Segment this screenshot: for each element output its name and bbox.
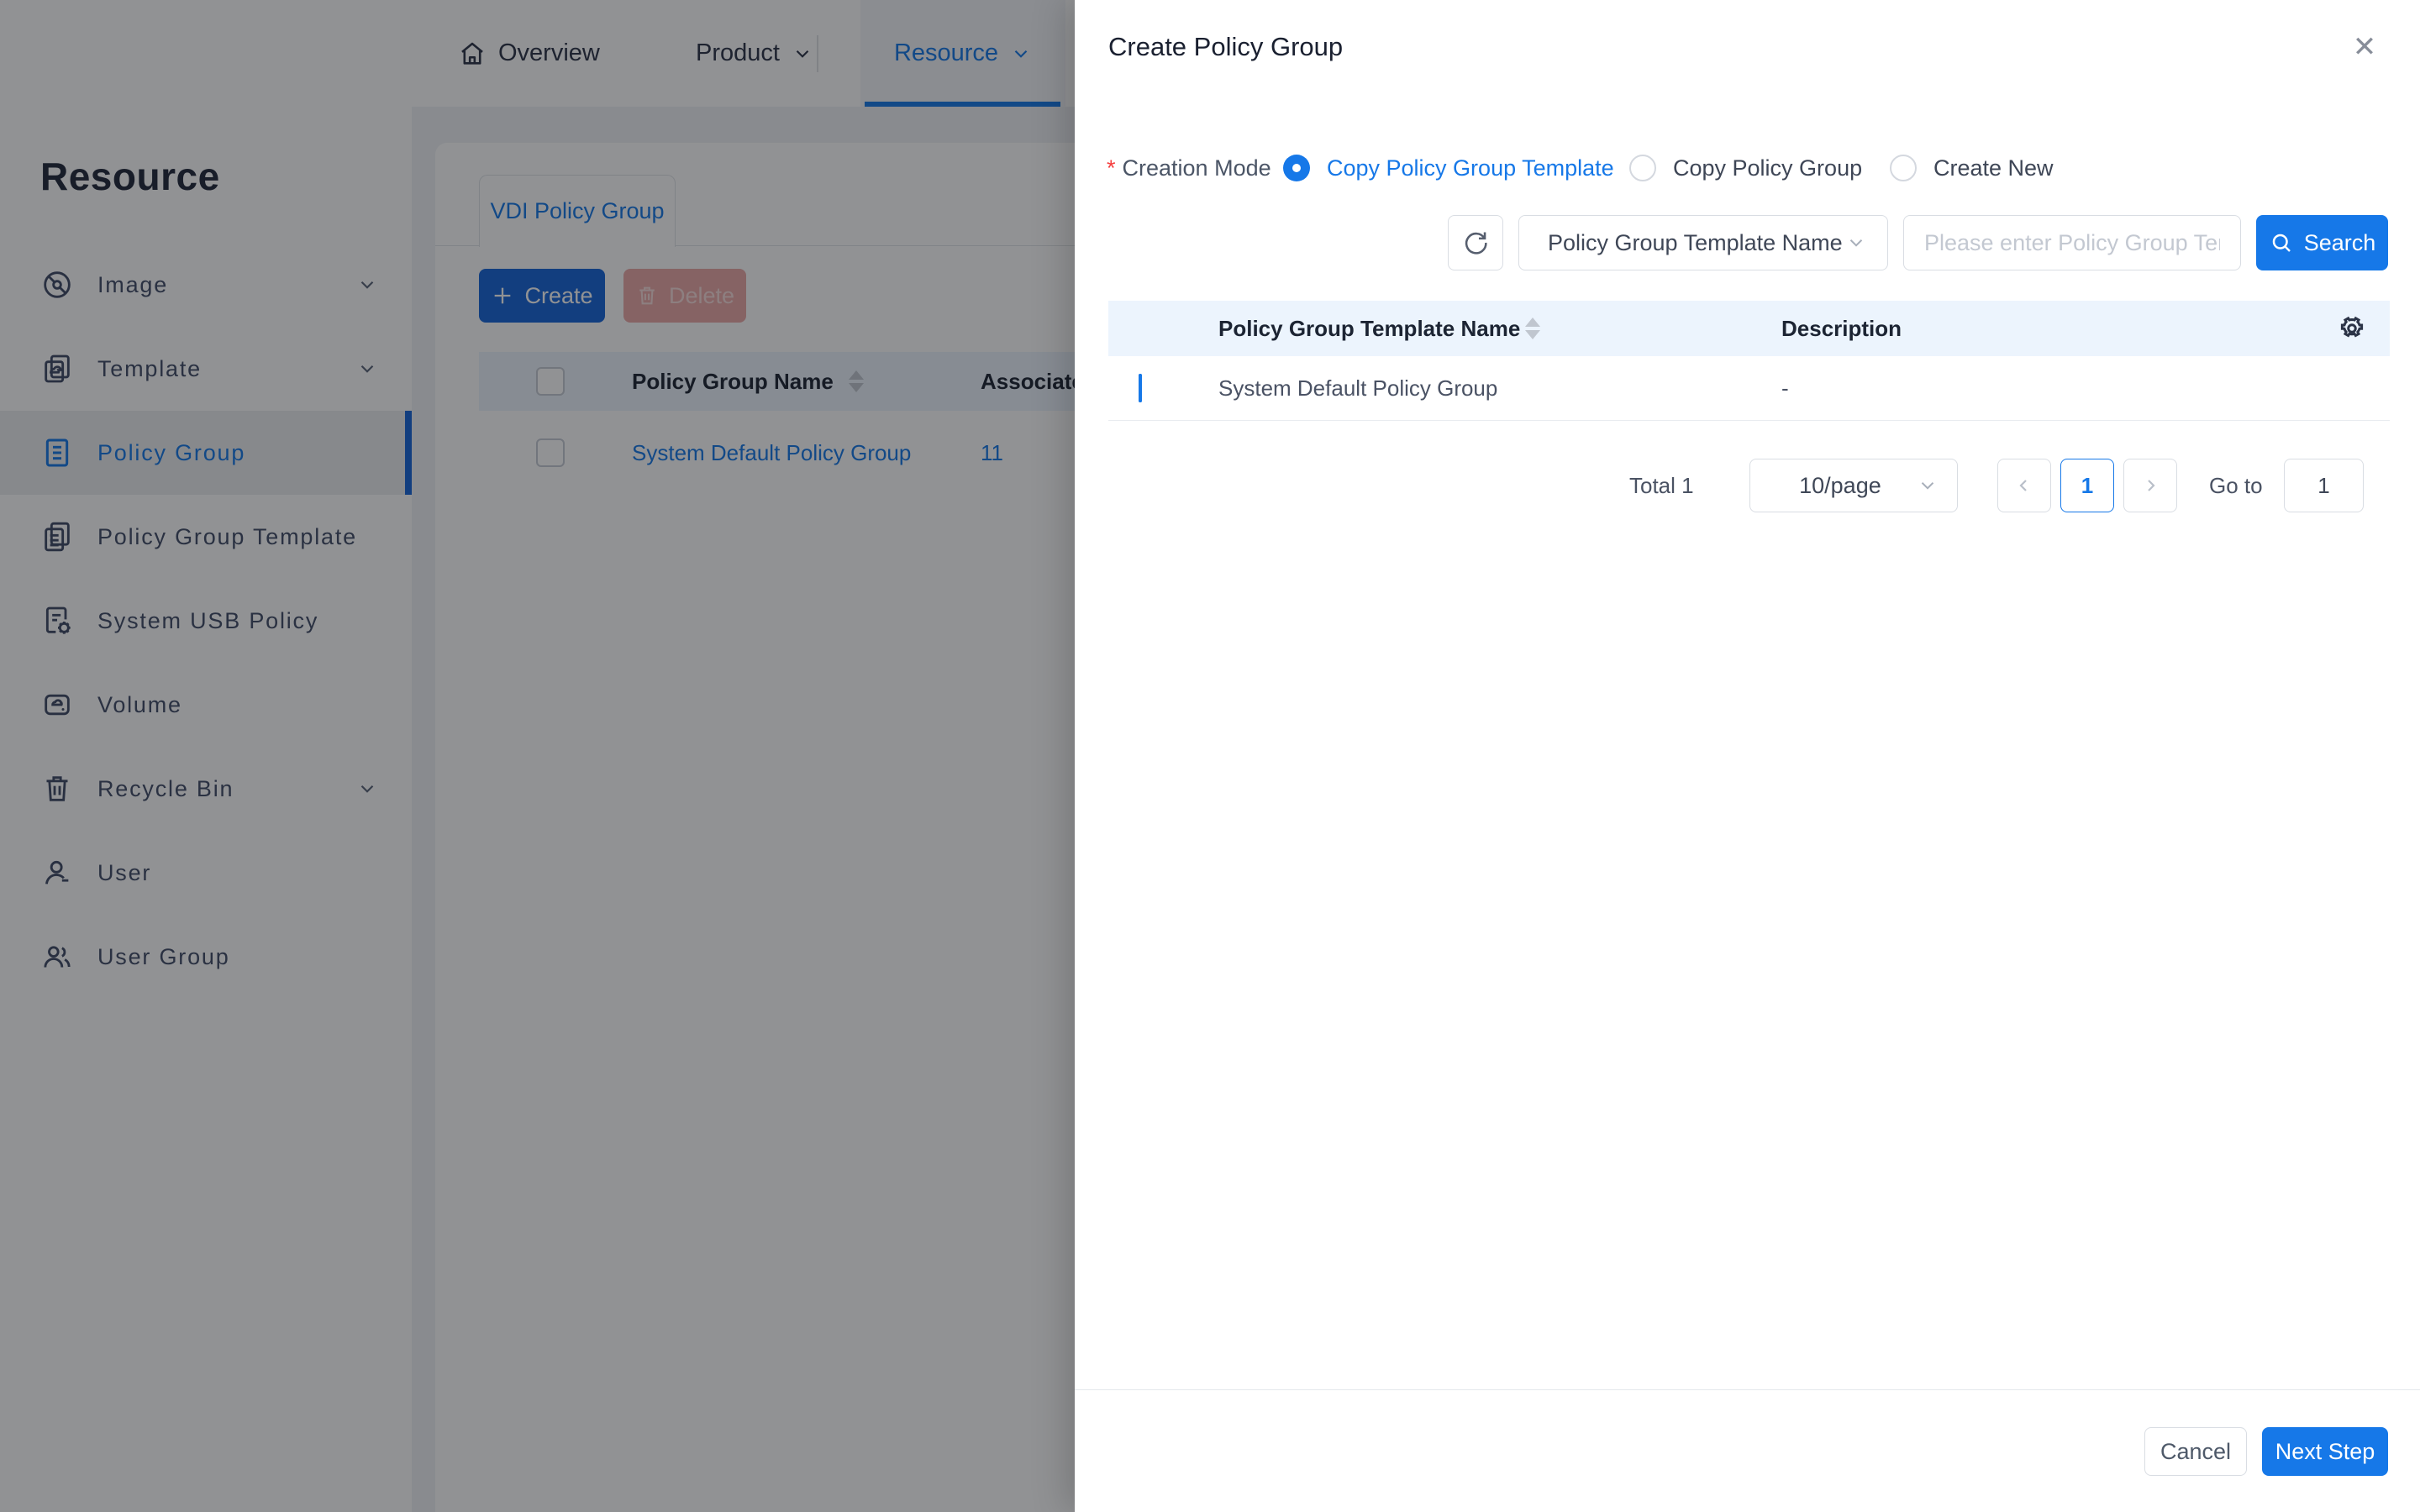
radio-label: Copy Policy Group Template (1327, 155, 1614, 181)
close-icon[interactable]: ✕ (2346, 29, 2383, 66)
drawer-footer: Cancel Next Step (1075, 1389, 2420, 1512)
search-button-label: Search (2304, 230, 2376, 256)
search-input[interactable] (1903, 215, 2241, 270)
chevron-down-icon (1917, 475, 1939, 496)
page-size-select[interactable]: 10/page (1749, 459, 1958, 512)
page-number-button[interactable]: 1 (2060, 459, 2114, 512)
chevron-left-icon (2014, 475, 2034, 496)
next-page-button[interactable] (2123, 459, 2177, 512)
template-table: Policy Group Template Name Description S… (1108, 301, 2390, 421)
radio-create-new[interactable]: Create New (1890, 150, 2054, 186)
cancel-button-label: Cancel (2160, 1439, 2231, 1465)
next-step-button[interactable]: Next Step (2262, 1427, 2388, 1476)
column-template-name: Policy Group Template Name (1218, 316, 1520, 342)
template-table-header: Policy Group Template Name Description (1108, 301, 2390, 356)
goto-label: Go to (2209, 459, 2263, 512)
caret-down-icon (1525, 330, 1540, 339)
column-description: Description (1781, 316, 2314, 342)
page-size-value: 10/page (1799, 473, 1881, 499)
radio-label: Copy Policy Group (1673, 155, 1862, 181)
next-step-button-label: Next Step (2275, 1439, 2375, 1465)
sort-control[interactable] (1525, 318, 1540, 339)
row-checkbox-checked[interactable] (1139, 374, 1142, 402)
create-policy-group-drawer: Create Policy Group ✕ * Creation Mode Co… (1075, 0, 2420, 1512)
required-asterisk: * (1107, 155, 1116, 181)
app-root: Overview Product Resource Resource Image… (0, 0, 2420, 1512)
creation-mode-row: * Creation Mode Copy Policy Group Templa… (1075, 150, 2420, 186)
gear-icon[interactable] (2338, 314, 2366, 343)
chevron-down-icon (1845, 232, 1867, 254)
prev-page-button[interactable] (1997, 459, 2051, 512)
pagination-total: Total 1 (1629, 459, 1694, 512)
search-field-value: Policy Group Template Name (1548, 230, 1843, 256)
search-field-select[interactable]: Policy Group Template Name (1518, 215, 1888, 270)
radio-unselected-icon (1890, 155, 1917, 181)
radio-selected-icon (1283, 155, 1310, 181)
radio-unselected-icon (1629, 155, 1656, 181)
radio-label: Create New (1933, 155, 2054, 181)
drawer-title: Create Policy Group (1108, 32, 1343, 62)
template-name[interactable]: System Default Policy Group (1218, 375, 1497, 402)
radio-copy-policy-group-template[interactable]: Copy Policy Group Template (1283, 150, 1614, 186)
chevron-right-icon (2140, 475, 2160, 496)
creation-mode-label: * Creation Mode (1107, 150, 1271, 186)
radio-copy-policy-group[interactable]: Copy Policy Group (1629, 150, 1862, 186)
template-description: - (1781, 375, 2314, 402)
search-icon (2269, 230, 2294, 255)
filter-row: Policy Group Template Name Search (1075, 215, 2420, 270)
refresh-button[interactable] (1448, 215, 1503, 270)
pagination: Total 1 10/page 1 Go to (1075, 459, 2420, 512)
goto-page-input[interactable] (2284, 459, 2364, 512)
caret-up-icon (1525, 318, 1540, 327)
cancel-button[interactable]: Cancel (2144, 1427, 2247, 1476)
search-button[interactable]: Search (2256, 215, 2388, 270)
refresh-icon (1461, 228, 1490, 257)
template-table-row: System Default Policy Group - (1108, 356, 2390, 421)
